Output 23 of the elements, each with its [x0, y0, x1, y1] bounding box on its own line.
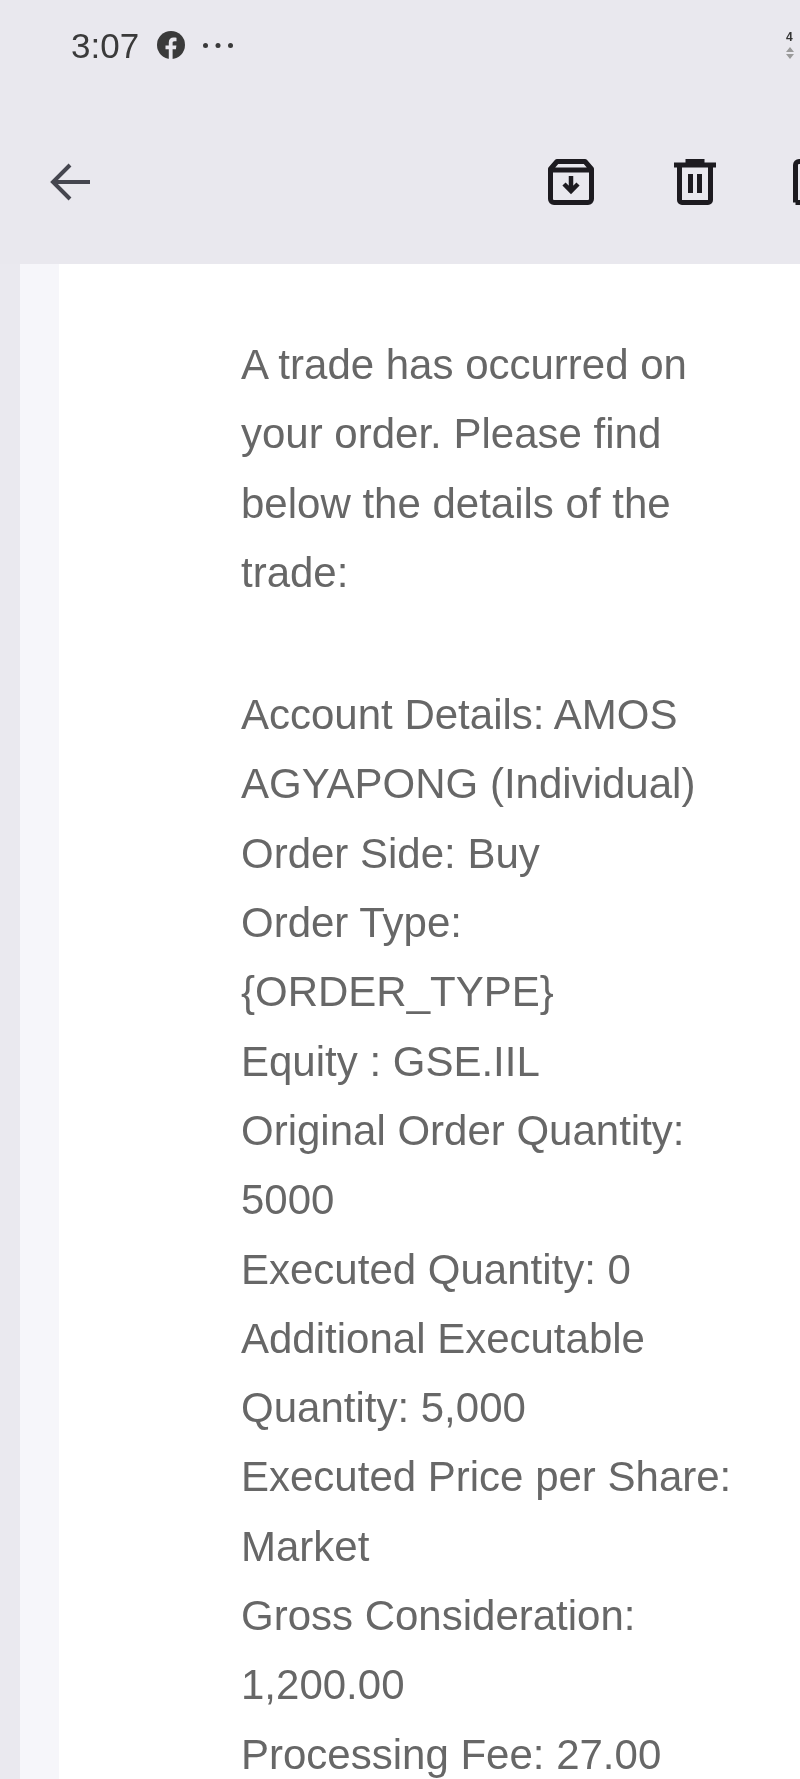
network-type-text: 4: [786, 31, 793, 43]
status-time: 3:07: [71, 27, 140, 63]
intro-text: A trade has occurred on your order. Please find below the details of the trade:: [241, 340, 688, 598]
data-arrows-icon: [786, 47, 794, 59]
order-detail-text: Equity : GSE.IIL: [241, 1036, 541, 1087]
order-detail-text: Executed Price per Share: Market: [241, 1452, 733, 1572]
facebook-icon: [157, 31, 186, 59]
order-detail-text: Executed Quantity: 0: [241, 1244, 632, 1295]
order-detail-text: Gross Consideration: 1,200.00: [241, 1591, 637, 1711]
back-arrow-icon: [50, 162, 91, 202]
order-detail-text: Order Type: {ORDER_TYPE}: [241, 898, 555, 1018]
trash-icon: [674, 159, 716, 205]
toolbar-action-button[interactable]: [793, 159, 800, 205]
order-detail-text: Original Order Quantity: 5000: [241, 1105, 686, 1226]
order-detail-text: Processing Fee: 27.00: [241, 1730, 663, 1778]
archive-button[interactable]: [548, 159, 594, 205]
order-detail-text: Additional Executable Quantity: 5,000: [241, 1313, 646, 1434]
more-dots-icon: [203, 42, 234, 48]
order-detail-text: Order Side: Buy: [241, 828, 541, 879]
delete-button[interactable]: [674, 159, 716, 205]
order-detail-text: Account Details: AMOS AGYAPONG (Individual): [241, 690, 697, 810]
archive-box-icon: [548, 159, 594, 205]
back-button[interactable]: [50, 162, 91, 202]
